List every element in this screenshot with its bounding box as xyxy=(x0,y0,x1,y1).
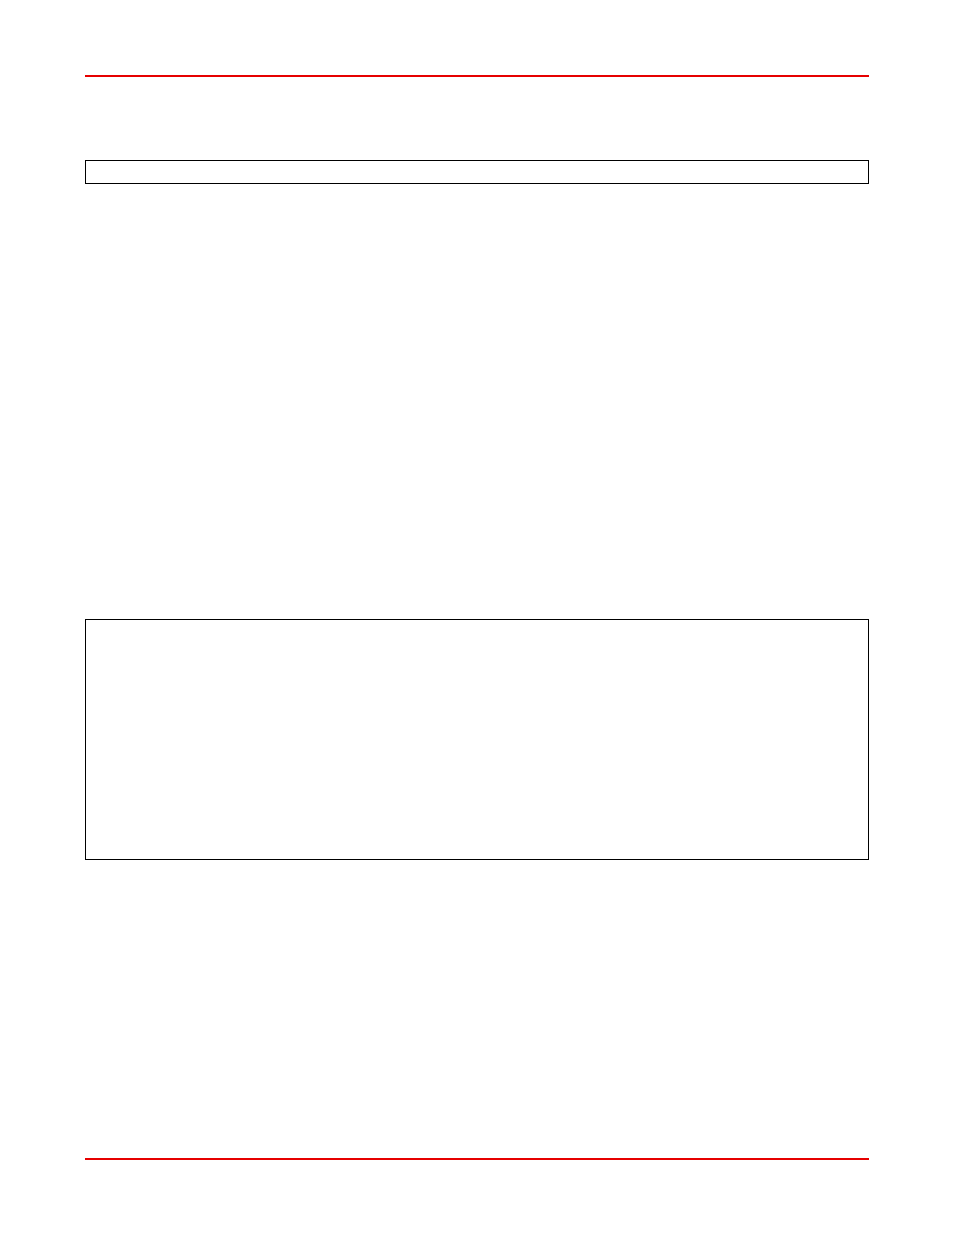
header-rule xyxy=(85,75,869,77)
footer-rule xyxy=(85,1158,869,1160)
content-box-small xyxy=(85,160,869,184)
content-box-large xyxy=(85,619,869,860)
